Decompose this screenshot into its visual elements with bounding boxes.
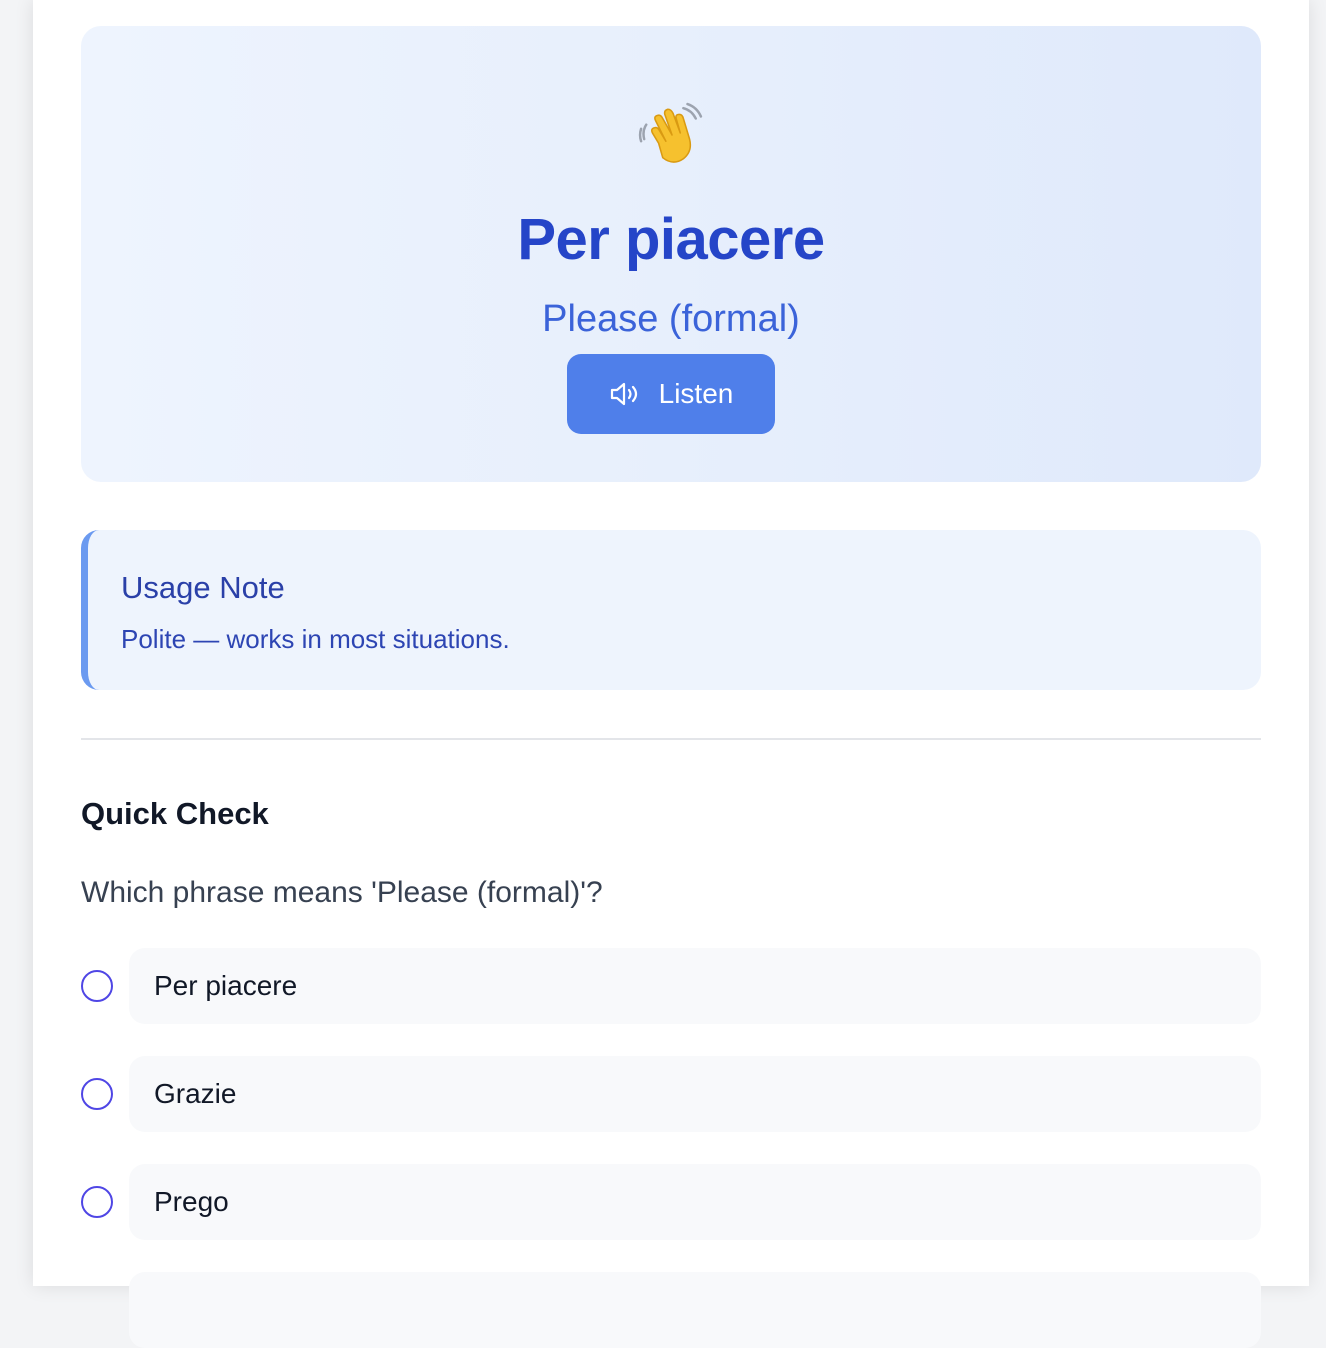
phrase-hero: Per piacere Please (formal) Listen	[81, 26, 1261, 482]
option-label: Per piacere	[154, 970, 298, 1001]
waving-hand-icon	[81, 100, 1261, 170]
option-box[interactable]: Per piacere	[129, 948, 1261, 1024]
lesson-card: Per piacere Please (formal) Listen Usage…	[33, 0, 1309, 1348]
listen-label: Listen	[658, 378, 734, 409]
option-box[interactable]: Grazie	[129, 1056, 1261, 1132]
usage-note-title: Usage Note	[121, 570, 285, 605]
quiz-title: Quick Check	[81, 796, 269, 831]
divider	[81, 738, 1261, 740]
quiz-option-partial[interactable]	[81, 1272, 1261, 1348]
option-radio[interactable]	[81, 970, 113, 1002]
usage-note-body: Polite — works in most situations.	[121, 624, 510, 654]
option-box[interactable]: Prego	[129, 1164, 1261, 1240]
phrase-translation: Please (formal)	[542, 298, 800, 340]
quiz-option[interactable]: Prego	[81, 1164, 1261, 1240]
speaker-icon	[610, 382, 637, 406]
quiz-option[interactable]: Grazie	[81, 1056, 1261, 1132]
usage-note: Usage Note Polite — works in most situat…	[81, 530, 1261, 690]
quiz-question: Which phrase means 'Please (formal)'?	[81, 876, 603, 909]
option-label: Grazie	[154, 1078, 237, 1109]
option-label: Prego	[154, 1186, 229, 1217]
listen-button[interactable]: Listen	[567, 354, 775, 434]
quiz-option[interactable]: Per piacere	[81, 948, 1261, 1024]
option-radio[interactable]	[81, 1078, 113, 1110]
option-box[interactable]	[129, 1272, 1261, 1348]
option-radio[interactable]	[81, 1186, 113, 1218]
phrase-title: Per piacere	[517, 207, 825, 272]
